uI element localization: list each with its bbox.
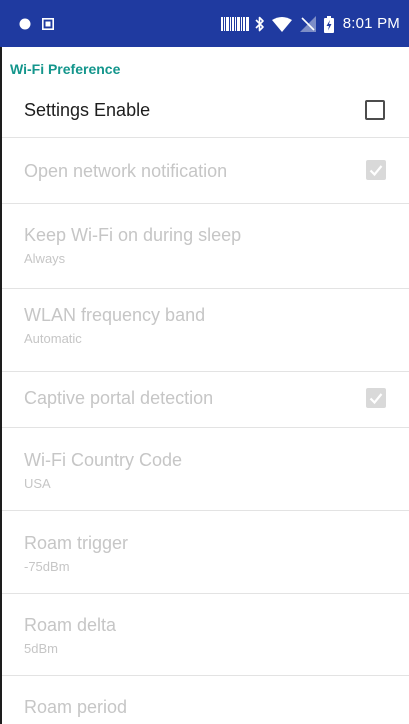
status-bar-right: 8:01 PM <box>220 13 400 35</box>
battery-charging-icon <box>323 15 334 33</box>
no-signal-icon <box>299 16 316 32</box>
captive-portal-detection-title: Captive portal detection <box>24 388 214 408</box>
barcode-scanner-icon <box>220 17 249 31</box>
open-network-notification-row[interactable]: Open network notification <box>2 138 409 204</box>
keep-wifi-on-title: Keep Wi-Fi on during sleep <box>24 225 242 245</box>
roam-period-title: Roam period <box>24 697 128 717</box>
wlan-frequency-band-summary: Automatic <box>24 331 82 346</box>
status-time: 8:01 PM <box>342 15 400 32</box>
notification-dot-icon <box>19 17 31 35</box>
roam-delta-title: Roam delta <box>24 615 117 635</box>
bluetooth-icon <box>255 16 265 32</box>
section-header-wifi-preference: Wi-Fi Preference <box>10 61 121 77</box>
screen: 8:01 PM Wi-Fi Preference Settings Enable… <box>0 0 409 724</box>
settings-enable-row[interactable]: Settings Enable <box>2 84 409 138</box>
wlan-frequency-band-title: WLAN frequency band <box>24 305 206 325</box>
wlan-frequency-band-row[interactable]: WLAN frequency band Automatic <box>2 289 409 372</box>
keep-wifi-on-summary: Always <box>24 251 66 266</box>
wifi-country-code-row[interactable]: Wi-Fi Country Code USA <box>2 428 409 511</box>
wifi-country-code-title: Wi-Fi Country Code <box>24 450 183 470</box>
roam-trigger-title: Roam trigger <box>24 533 129 553</box>
wifi-icon <box>271 16 292 32</box>
roam-delta-row[interactable]: Roam delta 5dBm <box>2 594 409 676</box>
roam-period-row[interactable]: Roam period <box>2 676 409 724</box>
settings-enable-label: Settings Enable <box>24 100 151 120</box>
captive-portal-detection-checkbox[interactable] <box>366 388 386 408</box>
roam-delta-summary: 5dBm <box>24 641 58 656</box>
keep-wifi-on-row[interactable]: Keep Wi-Fi on during sleep Always <box>2 204 409 289</box>
roam-trigger-summary: -75dBm <box>24 559 70 574</box>
wifi-country-code-summary: USA <box>24 476 51 491</box>
screenshot-icon <box>42 17 54 35</box>
settings-enable-checkbox[interactable] <box>365 100 385 120</box>
captive-portal-detection-row[interactable]: Captive portal detection <box>2 372 409 428</box>
status-bar: 8:01 PM <box>0 0 409 47</box>
status-bar-left <box>19 17 54 35</box>
open-network-notification-title: Open network notification <box>24 161 228 181</box>
open-network-notification-checkbox[interactable] <box>366 160 386 180</box>
roam-trigger-row[interactable]: Roam trigger -75dBm <box>2 511 409 594</box>
